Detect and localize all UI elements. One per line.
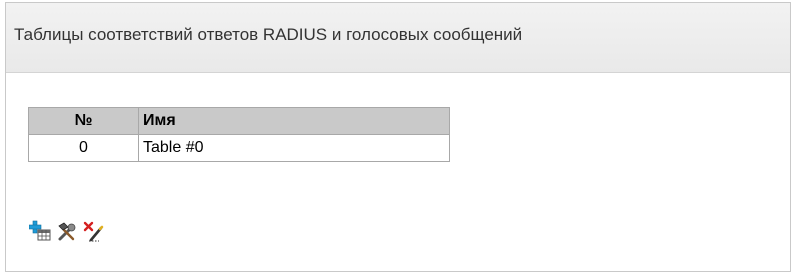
- panel-header: Таблицы соответствий ответов RADIUS и го…: [6, 3, 790, 73]
- table-toolbar: [29, 220, 105, 242]
- table-header-row: № Имя: [28, 107, 450, 135]
- add-table-icon[interactable]: [29, 220, 51, 242]
- panel-title: Таблицы соответствий ответов RADIUS и го…: [14, 24, 523, 44]
- cell-name: Table #0: [138, 134, 450, 162]
- column-header-name[interactable]: Имя: [138, 107, 450, 135]
- column-header-number[interactable]: №: [28, 107, 139, 135]
- table-row[interactable]: 0 Table #0: [28, 134, 450, 162]
- edit-tools-icon[interactable]: [56, 220, 78, 242]
- delete-edit-icon[interactable]: [83, 220, 105, 242]
- radius-tables-table: № Имя 0 Table #0: [28, 107, 450, 162]
- cell-number: 0: [28, 134, 139, 162]
